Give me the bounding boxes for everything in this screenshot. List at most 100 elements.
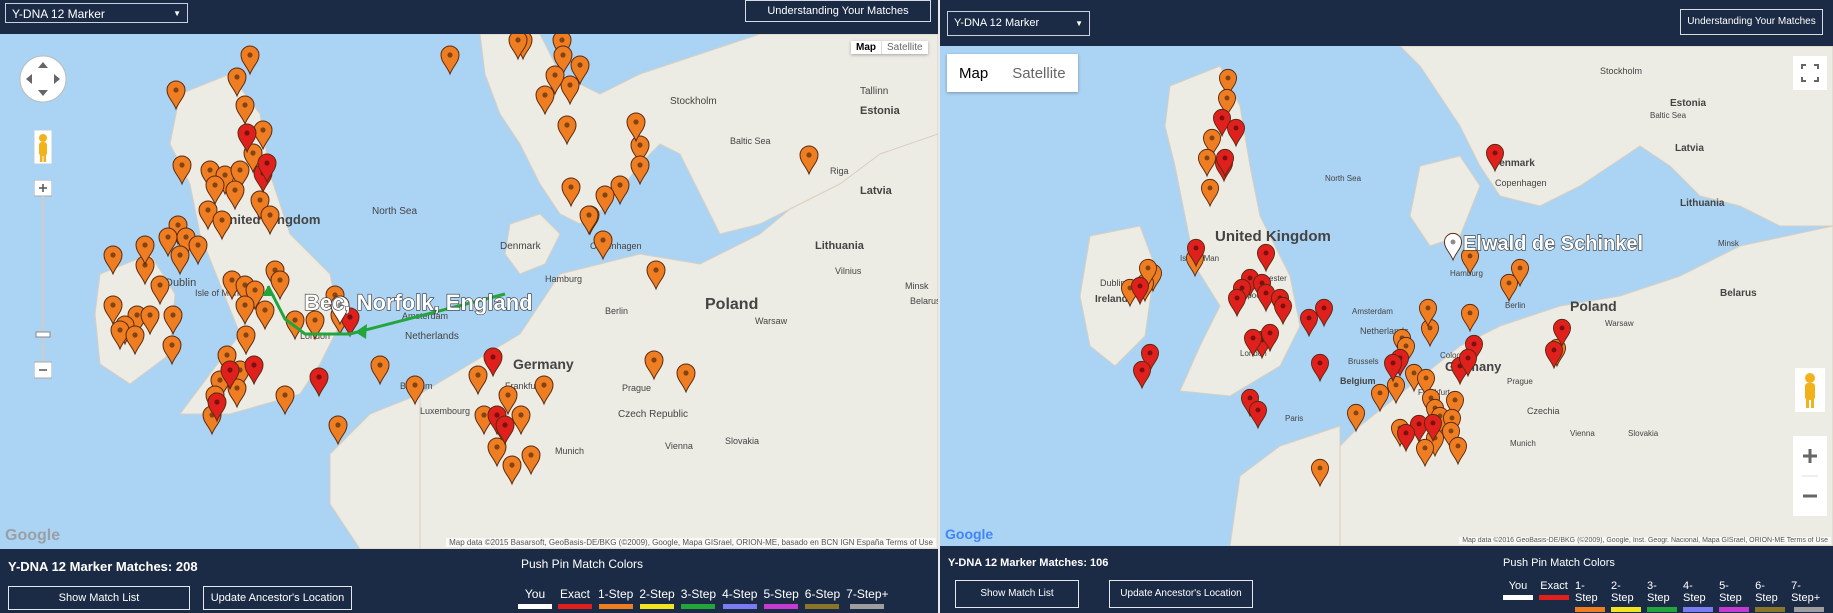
map-pin-icon[interactable] xyxy=(630,155,650,186)
place-label: Luxembourg xyxy=(420,406,470,416)
right-attribution: Map data ©2016 GeoBasis-DE/BKG (©2009), … xyxy=(1459,537,1831,544)
legend-label: You xyxy=(524,587,546,601)
pegman-icon[interactable] xyxy=(34,130,52,164)
place-label: Hamburg xyxy=(1450,269,1483,278)
left-map-canvas[interactable]: North Sea Baltic Sea Stockholm Tallinn Eston… xyxy=(0,34,938,549)
pegman-icon[interactable] xyxy=(1795,368,1825,412)
left-map[interactable]: North Sea Baltic Sea Stockholm Tallinn Eston… xyxy=(0,34,938,549)
place-label: Tallinn xyxy=(860,86,888,97)
left-understanding-button[interactable]: Understanding Your Matches xyxy=(745,0,931,22)
map-pin-icon[interactable] xyxy=(579,205,599,236)
map-pin-icon[interactable] xyxy=(275,385,295,416)
legend-label: 6-Step xyxy=(804,587,841,601)
pan-control-icon[interactable] xyxy=(18,54,68,104)
right-marker-select[interactable]: Y-DNA 12 Marker ▼ xyxy=(947,11,1090,36)
place-label: Denmark xyxy=(500,241,542,252)
left-marker-select-value: Y-DNA 12 Marker xyxy=(12,7,105,21)
right-map-type-satellite[interactable]: Satellite xyxy=(1000,65,1077,82)
legend-item: 5-Step xyxy=(1719,580,1750,612)
legend-label: 3-Step xyxy=(680,587,717,601)
place-label: Poland xyxy=(705,296,758,313)
left-top-bar: Y-DNA 12 Marker ▼ Understanding Your Mat… xyxy=(0,0,938,34)
legend-item: 6-Step xyxy=(1755,580,1786,612)
map-pin-icon[interactable] xyxy=(162,335,182,366)
left-show-match-list-button[interactable]: Show Match List xyxy=(8,586,190,610)
legend-swatch xyxy=(640,604,675,609)
map-pin-icon[interactable] xyxy=(1248,400,1268,430)
left-update-location-button[interactable]: Update Ancestor's Location xyxy=(203,586,352,610)
map-pin-icon[interactable] xyxy=(370,355,390,386)
left-map-type-satellite[interactable]: Satellite xyxy=(881,41,928,54)
map-pin-icon[interactable] xyxy=(440,45,460,76)
map-pin-icon[interactable] xyxy=(170,245,190,276)
map-pin-icon[interactable] xyxy=(188,235,208,266)
right-bottom-bar: Y-DNA 12 Marker Matches: 106 Show Match … xyxy=(940,546,1833,613)
right-map-canvas[interactable]: North SeaBaltic SeaStockholmCopenhagenDe… xyxy=(940,46,1833,546)
place-label: Riga xyxy=(830,166,849,176)
place-label: North Sea xyxy=(372,206,417,217)
place-label: Minsk xyxy=(905,281,929,291)
right-show-match-list-button[interactable]: Show Match List xyxy=(955,580,1079,608)
legend-item: 1-Step xyxy=(598,587,633,609)
left-marker-select[interactable]: Y-DNA 12 Marker ▼ xyxy=(5,3,188,23)
map-pin-icon[interactable] xyxy=(1499,273,1519,303)
right-google-logo: Google xyxy=(945,526,994,542)
map-pin-icon[interactable] xyxy=(1299,308,1319,338)
legend-swatch xyxy=(764,604,799,609)
legend-swatch xyxy=(1719,607,1750,612)
zoom-control[interactable] xyxy=(1793,436,1827,516)
map-pin-icon[interactable] xyxy=(240,45,260,76)
map-pin-icon[interactable] xyxy=(1420,318,1440,348)
place-label: Hamburg xyxy=(545,274,582,284)
legend-label: Exact xyxy=(559,587,590,601)
place-label: Lithuania xyxy=(815,240,865,252)
left-panel: Y-DNA 12 Marker ▼ Understanding Your Mat… xyxy=(0,0,938,613)
right-update-location-button[interactable]: Update Ancestor's Location xyxy=(1109,580,1253,608)
place-label: Vilnius xyxy=(835,266,862,276)
legend-swatch xyxy=(1503,595,1533,600)
legend-item: 6-Step xyxy=(805,587,840,609)
legend-label: Exact xyxy=(1540,580,1568,592)
place-label: Vienna xyxy=(665,441,693,451)
map-pin-icon[interactable] xyxy=(1310,353,1330,383)
place-label: Prague xyxy=(1507,377,1533,386)
map-pin-icon[interactable] xyxy=(1443,232,1463,262)
legend-item: 4-Step xyxy=(722,587,757,609)
fullscreen-icon[interactable] xyxy=(1793,56,1827,90)
right-terms-link[interactable]: Terms of Use xyxy=(1787,537,1828,544)
place-label: Poland xyxy=(1570,298,1617,314)
right-attribution-text: Map data ©2016 GeoBasis-DE/BKG (©2009), … xyxy=(1462,537,1785,544)
left-terms-link[interactable]: Terms of Use xyxy=(886,538,933,547)
right-map[interactable]: North Sea Baltic Sea Stockholm Copenhagen De… xyxy=(940,46,1833,546)
legend-swatch xyxy=(1539,595,1569,600)
legend-swatch xyxy=(722,604,757,609)
map-pin-icon[interactable] xyxy=(1314,298,1334,328)
place-label: Warsaw xyxy=(755,316,788,326)
map-pin-icon[interactable] xyxy=(1132,360,1152,390)
right-legend: You Exact 1-Step 2-Step 3-Step 4-Step 5-Step 6-… xyxy=(1503,580,1833,612)
map-pin-icon[interactable] xyxy=(309,367,329,398)
place-label: Stockholm xyxy=(1600,66,1642,76)
map-pin-icon[interactable] xyxy=(1460,303,1480,333)
place-label: Czech Republic xyxy=(618,409,688,420)
place-label: Netherlands xyxy=(405,331,459,342)
legend-swatch xyxy=(1647,607,1678,612)
legend-label: 2-Step xyxy=(1611,580,1634,604)
arrow-head-icon xyxy=(355,324,367,339)
map-pin-icon[interactable] xyxy=(593,230,613,261)
place-label: Slovakia xyxy=(725,436,759,446)
legend-swatch xyxy=(1794,607,1825,612)
place-label: Belarus xyxy=(910,296,938,306)
zoom-slider[interactable] xyxy=(34,180,52,380)
place-label: Slovakia xyxy=(1628,429,1659,438)
legend-label: 4-Step xyxy=(1683,580,1706,604)
place-label: Baltic Sea xyxy=(1650,111,1687,120)
legend-swatch xyxy=(805,604,840,609)
legend-item: 3-Step xyxy=(681,587,716,609)
legend-label: 7-Step+ xyxy=(1791,580,1821,604)
left-map-type-map[interactable]: Map xyxy=(851,41,881,54)
legend-swatch xyxy=(518,604,552,609)
left-attribution-text: Map data ©2015 Basarsoft, GeoBasis-DE/BK… xyxy=(449,538,884,547)
right-understanding-button[interactable]: Understanding Your Matches xyxy=(1680,9,1823,35)
right-map-type-map[interactable]: Map xyxy=(947,65,1000,82)
